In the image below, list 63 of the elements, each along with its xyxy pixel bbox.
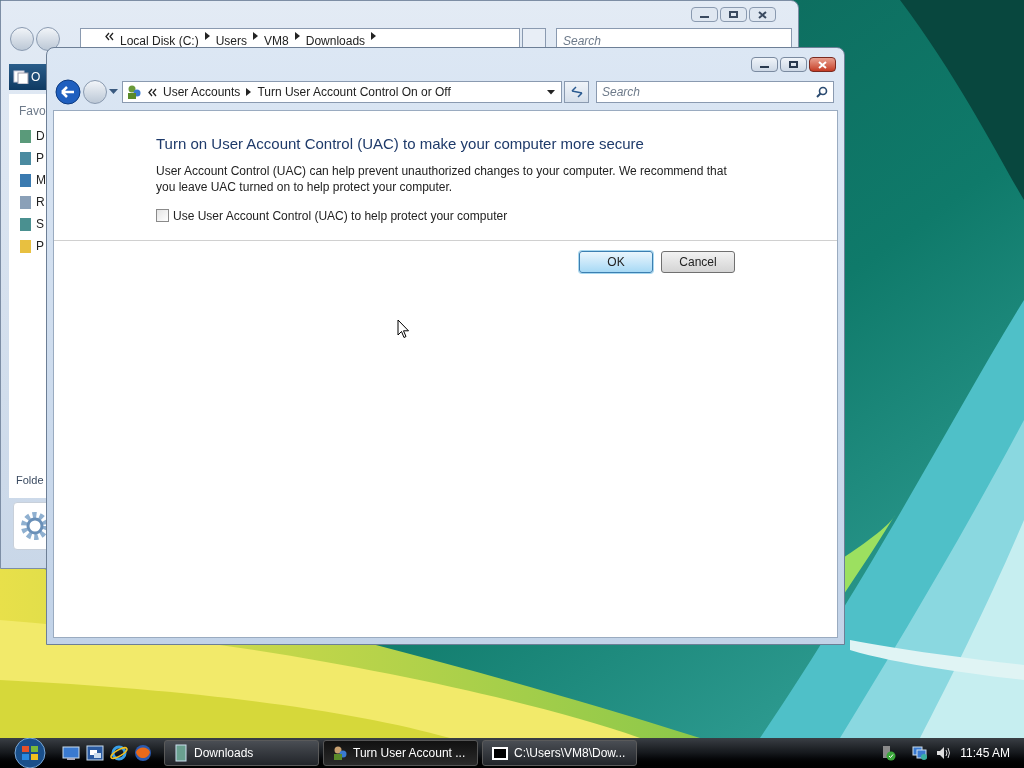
taskbar-button[interactable]: Turn User Account ... [323,740,478,766]
document-icon [19,194,32,210]
document-icon [19,216,32,232]
app-icon [491,745,509,761]
link-label[interactable]: P [36,149,44,167]
close-icon[interactable] [809,57,836,72]
maximize-icon[interactable] [720,7,747,22]
address-bar[interactable]: Local Disk (C:) Users VM8 Downloads [80,28,520,50]
search-field[interactable]: Search [596,81,834,103]
network-icon[interactable] [912,745,929,761]
cursor-icon [397,319,410,339]
link-label[interactable]: M [36,171,46,189]
windows-icon[interactable] [86,745,104,761]
breadcrumb[interactable]: User Accounts [163,83,241,101]
breadcrumb[interactable]: Local Disk (C:) [120,32,199,50]
link-label[interactable]: S [36,215,44,233]
address-bar[interactable]: User Accounts Turn User Account Control On or Off [122,81,562,103]
arrow-icon[interactable] [246,88,252,96]
search-icon[interactable] [816,86,828,98]
search-field[interactable]: Search [556,28,792,50]
toolbar-label[interactable]: O [31,68,41,86]
arrow-icon[interactable] [204,32,210,40]
folders-label[interactable]: Folde [16,471,49,488]
dialog-button[interactable]: OK [579,250,653,273]
volume-icon[interactable] [936,746,953,760]
close-icon[interactable] [749,7,776,22]
users-icon [126,84,142,100]
checkbox[interactable] [156,209,169,222]
link-label[interactable]: D [36,127,45,145]
browser-icon[interactable] [110,744,128,762]
breadcrumb[interactable]: Downloads [305,32,366,50]
document-icon [19,172,32,188]
fox-icon[interactable] [134,744,152,762]
back-icon[interactable] [55,79,81,105]
link-label[interactable]: P [36,237,44,255]
clock[interactable]: 11:45 AM [960,744,1010,762]
minimize-icon[interactable] [691,7,718,22]
minimize-icon[interactable] [751,57,778,72]
users-icon [332,745,348,761]
arrow-icon[interactable] [253,32,259,40]
folder-icon [19,238,32,254]
arrow-icon[interactable] [294,32,300,40]
breadcrumb[interactable]: Turn User Account Control On or Off [257,83,451,101]
checkbox-label[interactable]: Use User Account Control (UAC) to help protect your computer [173,206,508,225]
desktop-icon[interactable] [62,745,80,761]
book-icon [173,744,189,762]
arrow-icon[interactable] [371,32,377,40]
link-label[interactable]: R [36,193,45,211]
breadcrumb[interactable]: Users [215,32,248,50]
description-text: User Account Control (UAC) can help prevent unauthorized changes to your computer. We recommend that you leave UAC turned on to help protect your computer. [156,162,728,195]
chevron-icon[interactable] [148,87,157,97]
dialog-button[interactable]: Cancel [661,250,735,273]
documents-icon [13,70,29,84]
document-icon [19,128,32,144]
taskbar-button[interactable]: C:\Users\VM8\Dow... [482,740,637,766]
chevron-icon [105,32,114,41]
page-heading: Turn on User Account Control (UAC) to make your computer more secure [156,134,645,154]
document-icon [19,150,32,166]
breadcrumb[interactable]: VM8 [264,32,289,50]
shield-icon[interactable] [880,745,897,761]
maximize-icon[interactable] [780,57,807,72]
pane-header: Favo [19,103,47,120]
taskbar-button[interactable]: Downloads [164,740,319,766]
